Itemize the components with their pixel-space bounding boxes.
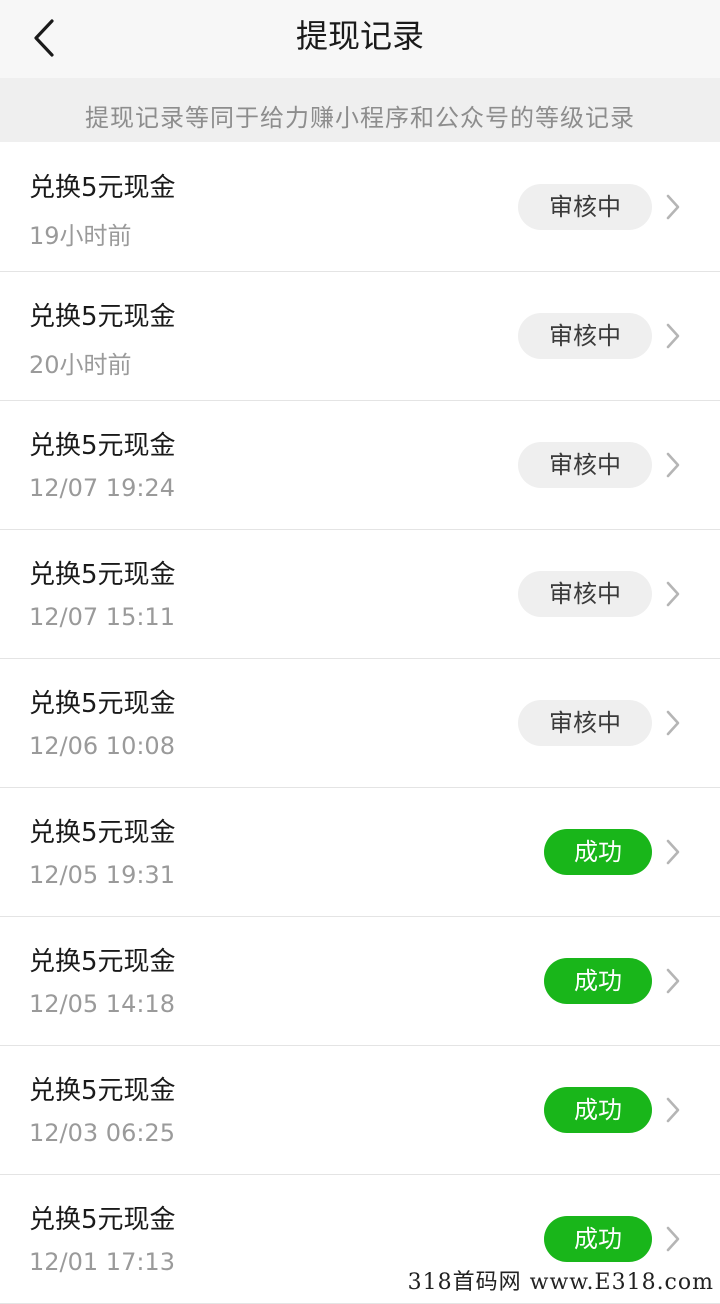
record-title: 兑换5元现金 <box>29 560 176 590</box>
nav-bar: 提现记录 <box>0 0 720 78</box>
status-badge: 审核中 <box>518 700 652 746</box>
record-time: 12/05 14:18 <box>29 990 175 1018</box>
status-badge: 审核中 <box>518 313 652 359</box>
chevron-right-icon <box>666 968 680 994</box>
chevron-right-icon <box>666 194 680 220</box>
list-item[interactable]: 兑换5元现金 12/07 15:11 审核中 <box>0 530 720 659</box>
chevron-right-icon <box>666 1226 680 1252</box>
notice-banner: 提现记录等同于给力赚小程序和公众号的等级记录 <box>0 78 720 142</box>
page-title: 提现记录 <box>295 17 424 55</box>
status-badge: 审核中 <box>518 184 652 230</box>
record-title: 兑换5元现金 <box>29 947 176 977</box>
status-badge: 审核中 <box>518 571 652 617</box>
list-item[interactable]: 兑换5元现金 12/03 06:25 成功 <box>0 1046 720 1175</box>
chevron-right-icon <box>666 710 680 736</box>
list-item[interactable]: 兑换5元现金 12/05 14:18 成功 <box>0 917 720 1046</box>
record-time: 12/01 17:13 <box>29 1248 175 1276</box>
list-item[interactable]: 兑换5元现金 20小时前 审核中 <box>0 272 720 401</box>
record-time: 12/05 19:31 <box>29 861 175 889</box>
status-badge: 成功 <box>544 1087 652 1133</box>
status-badge: 成功 <box>544 958 652 1004</box>
record-time: 12/07 15:11 <box>29 603 175 631</box>
list-item[interactable]: 兑换5元现金 12/07 19:24 审核中 <box>0 401 720 530</box>
chevron-right-icon <box>666 581 680 607</box>
list-item[interactable]: 兑换5元现金 12/06 10:08 审核中 <box>0 659 720 788</box>
record-title: 兑换5元现金 <box>29 1205 176 1235</box>
status-badge: 成功 <box>544 829 652 875</box>
record-time: 12/06 10:08 <box>29 732 175 760</box>
record-title: 兑换5元现金 <box>29 1076 176 1106</box>
chevron-right-icon <box>666 839 680 865</box>
chevron-right-icon <box>666 1097 680 1123</box>
record-list: 兑换5元现金 19小时前 审核中 兑换5元现金 20小时前 审核中 兑换5元现金 12/07 … <box>0 143 720 1304</box>
record-title: 兑换5元现金 <box>29 689 176 719</box>
status-badge: 审核中 <box>518 442 652 488</box>
list-item[interactable]: 兑换5元现金 12/05 19:31 成功 <box>0 788 720 917</box>
chevron-right-icon <box>666 323 680 349</box>
chevron-right-icon <box>666 452 680 478</box>
record-title: 兑换5元现金 <box>29 431 176 461</box>
notice-text: 提现记录等同于给力赚小程序和公众号的等级记录 <box>85 104 635 132</box>
record-title: 兑换5元现金 <box>29 818 176 848</box>
record-time: 20小时前 <box>29 351 132 379</box>
list-item[interactable]: 兑换5元现金 19小时前 审核中 <box>0 143 720 272</box>
status-badge: 成功 <box>544 1216 652 1262</box>
record-time: 12/07 19:24 <box>29 474 175 502</box>
record-time: 19小时前 <box>29 222 132 250</box>
watermark: 318首码网 www.E318.com <box>397 1268 714 1298</box>
record-title: 兑换5元现金 <box>29 302 176 332</box>
record-time: 12/03 06:25 <box>29 1119 175 1147</box>
record-title: 兑换5元现金 <box>29 173 176 203</box>
